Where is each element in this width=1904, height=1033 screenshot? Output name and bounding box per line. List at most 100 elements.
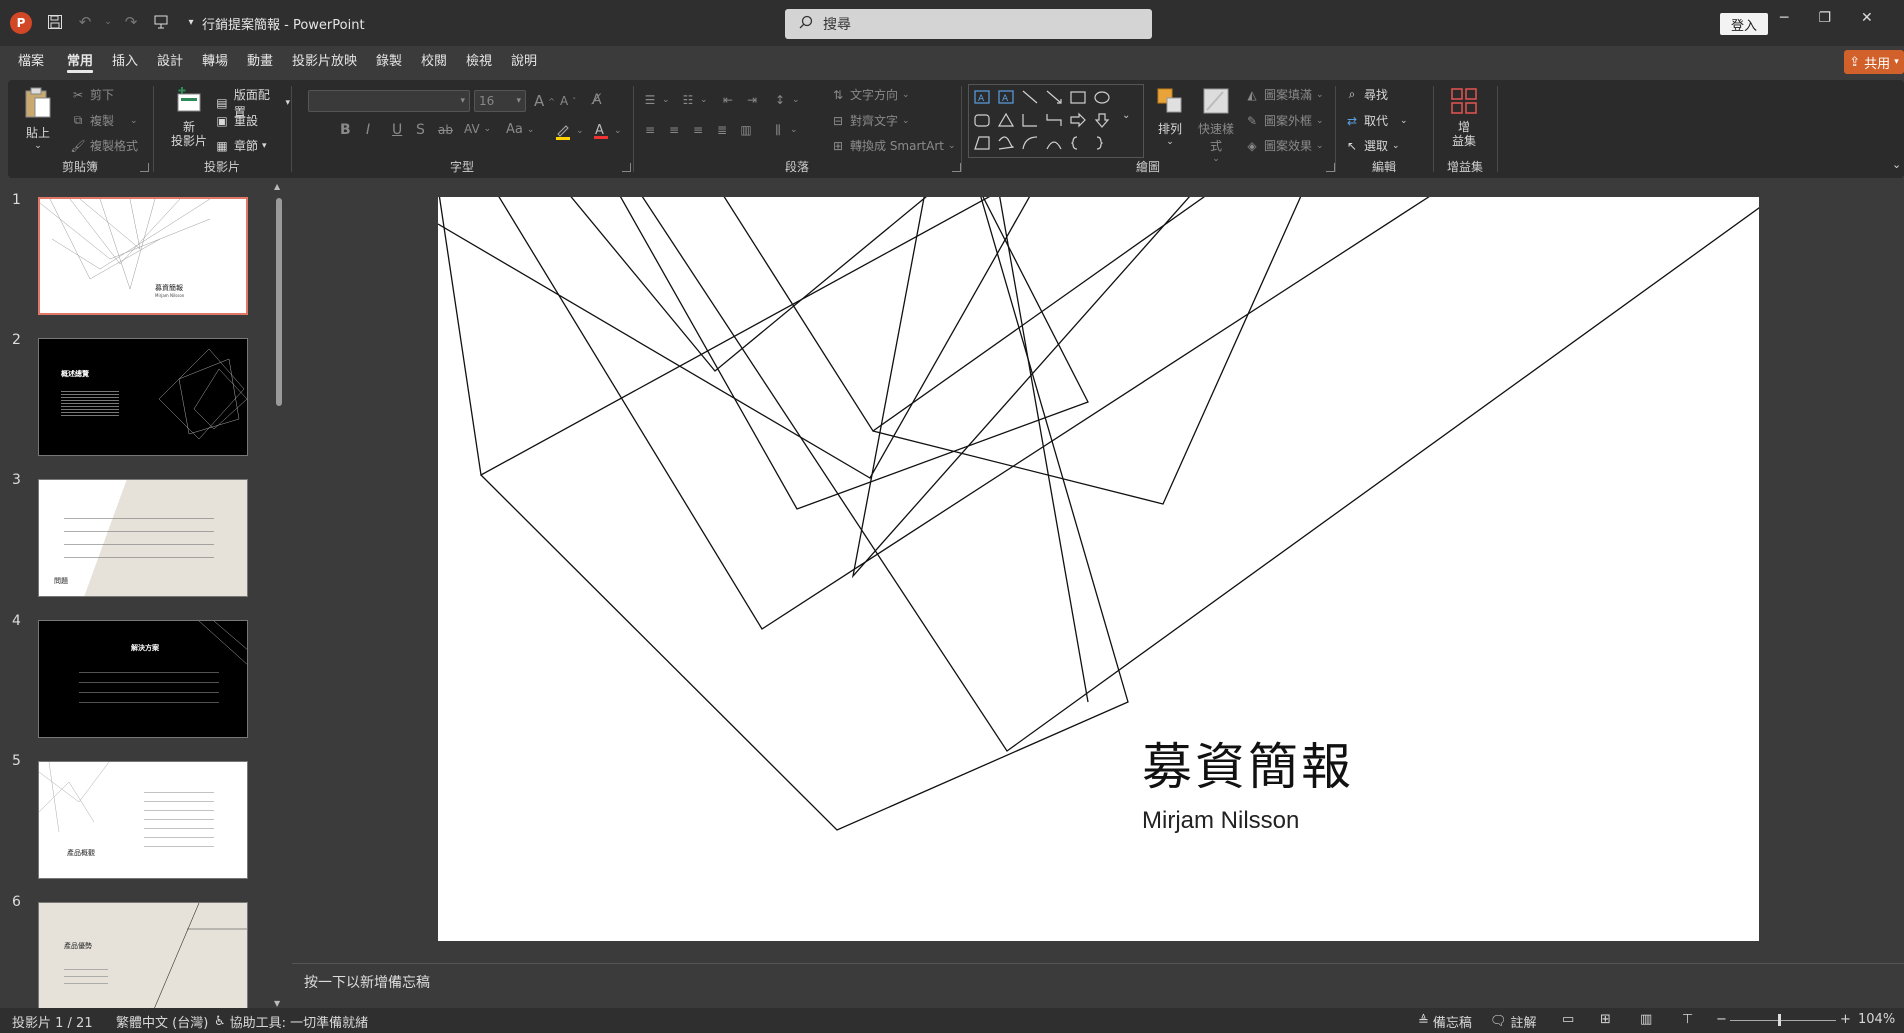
format-painter-button[interactable]: 🖌 複製格式 [70, 137, 138, 154]
replace-button[interactable]: ⇄ 取代 ⌄ [1344, 112, 1408, 129]
slide-thumbnail-3[interactable]: 問題 [38, 479, 248, 597]
increase-indent-button[interactable]: ⇥ [744, 92, 760, 108]
font-size-combo[interactable]: 16 ▾ [474, 90, 526, 112]
undo-icon[interactable]: ↶ [74, 11, 96, 33]
tab-record[interactable]: 錄製 [376, 50, 402, 69]
present-from-beginning-icon[interactable] [150, 11, 172, 33]
save-icon[interactable] [44, 11, 66, 33]
shape-effects-button[interactable]: ◈ 圖案效果 ⌄ [1244, 137, 1323, 154]
shadow-button[interactable]: S [416, 122, 425, 138]
search-input[interactable]: 搜尋 [785, 9, 1152, 39]
notes-placeholder[interactable]: 按一下以新增備忘稿 [304, 972, 430, 992]
restore-icon[interactable]: ❐ [1818, 10, 1831, 26]
shapes-gallery[interactable]: A A [968, 84, 1144, 158]
slide-thumbnail-6[interactable]: 產品優勢 [38, 902, 248, 1008]
font-launcher-icon[interactable] [622, 163, 631, 172]
minimize-icon[interactable]: ─ [1780, 10, 1788, 26]
shape-fill-button[interactable]: ◭ 圖案填滿 ⌄ [1244, 86, 1323, 103]
reset-button[interactable]: ▣ 重設 [214, 112, 258, 129]
customize-qat-icon[interactable]: ▾ [180, 11, 202, 33]
slide-thumbnail-1[interactable]: 募資簡報 Mirjam Nilsson [38, 197, 248, 315]
scroll-up-icon[interactable]: ▲ [274, 182, 280, 191]
select-button[interactable]: ↖ 選取 ⌄ [1344, 137, 1400, 154]
tab-home[interactable]: 常用 [67, 50, 94, 73]
new-slide-button[interactable]: 新 投影片 [168, 86, 210, 148]
slide-canvas[interactable]: 募資簡報 Mirjam Nilsson [438, 197, 1759, 941]
notes-toggle-button[interactable]: ≜ 備忘稿 [1418, 1012, 1472, 1031]
slide-title[interactable]: 募資簡報 [1142, 727, 1354, 799]
paragraph-launcher-icon[interactable] [952, 163, 961, 172]
text-direction-button[interactable]: ⇅ 文字方向 ⌄ [830, 86, 910, 103]
font-name-combo[interactable]: ▾ [308, 90, 470, 112]
sign-in-button[interactable]: 登入 [1720, 13, 1768, 35]
normal-view-button[interactable]: ▭ [1562, 1012, 1574, 1027]
justify-button[interactable]: ≣ [714, 122, 730, 138]
distributed-button[interactable]: ▥ [738, 122, 754, 138]
grow-font-button[interactable]: A ^ [534, 92, 555, 110]
reading-view-button[interactable]: ▥ [1640, 1012, 1652, 1027]
bold-button[interactable]: B [340, 122, 351, 138]
convert-smartart-button[interactable]: ⊞ 轉換成 SmartArt ⌄ [830, 137, 956, 154]
cut-button[interactable]: ✂ 剪下 [70, 86, 114, 103]
tab-animations[interactable]: 動畫 [247, 50, 273, 69]
numbering-button[interactable]: ☷ ⌄ [680, 92, 708, 108]
zoom-out-button[interactable]: − [1716, 1012, 1727, 1027]
tab-help[interactable]: 說明 [511, 50, 537, 69]
collapse-ribbon-icon[interactable]: ⌄ [1892, 158, 1901, 171]
clear-format-button[interactable]: A̸ [592, 92, 602, 108]
notes-pane[interactable]: 按一下以新增備忘稿 [292, 963, 1904, 1008]
slideshow-button[interactable]: ⊤ [1682, 1012, 1693, 1027]
arrange-button[interactable]: 排列 ⌄ [1152, 86, 1188, 147]
slide-subtitle[interactable]: Mirjam Nilsson [1142, 807, 1299, 835]
addins-button[interactable]: 增 益集 [1446, 86, 1482, 148]
slide-count[interactable]: 投影片 1 / 21 [12, 1012, 93, 1031]
redo-icon[interactable]: ↷ [120, 11, 142, 33]
clipboard-launcher-icon[interactable] [140, 163, 149, 172]
zoom-in-button[interactable]: + [1840, 1012, 1851, 1027]
drawing-launcher-icon[interactable] [1326, 163, 1335, 172]
zoom-level[interactable]: 104% [1858, 1012, 1895, 1027]
copy-button[interactable]: ⧉ 複製 ⌄ [70, 112, 138, 129]
comments-toggle-button[interactable]: 🗨 註解 [1490, 1012, 1537, 1031]
tab-design[interactable]: 設計 [157, 50, 183, 69]
tab-insert[interactable]: 插入 [112, 50, 138, 69]
italic-button[interactable]: I [366, 122, 370, 138]
slide-sorter-button[interactable]: ⊞ [1600, 1012, 1611, 1027]
align-right-button[interactable]: ≡ [690, 122, 706, 138]
font-color-button[interactable]: A ⌄ [592, 122, 622, 140]
accessibility-status[interactable]: ♿ 協助工具: 一切準備就緒 [214, 1012, 368, 1031]
tab-slideshow[interactable]: 投影片放映 [292, 50, 357, 69]
slide-thumbnail-5[interactable]: 產品概觀 [38, 761, 248, 879]
strikethrough-button[interactable]: ab [438, 123, 453, 137]
tab-view[interactable]: 檢視 [466, 50, 492, 69]
shrink-font-button[interactable]: Aˇ [560, 94, 576, 108]
line-spacing-button[interactable]: ↕ ⌄ [772, 92, 800, 108]
scroll-thumb[interactable] [276, 198, 282, 406]
columns-button[interactable]: ⫼ ⌄ [770, 122, 797, 138]
share-button[interactable]: ⇪ 共用 ▾ [1844, 50, 1904, 74]
close-icon[interactable]: ✕ [1861, 10, 1873, 26]
bullets-button[interactable]: ☰ ⌄ [642, 92, 670, 108]
tab-transitions[interactable]: 轉場 [202, 50, 228, 69]
section-button[interactable]: ▦ 章節 ▾ [214, 137, 266, 154]
tab-file[interactable]: 檔案 [18, 50, 44, 69]
align-center-button[interactable]: ≡ [666, 122, 682, 138]
gallery-more-icon[interactable]: ⌄ [1122, 110, 1130, 121]
quick-styles-button[interactable]: 快速樣式 ⌄ [1196, 86, 1236, 164]
undo-dropdown-icon[interactable]: ⌄ [104, 11, 112, 33]
align-left-button[interactable]: ≡ [642, 122, 658, 138]
align-text-button[interactable]: ⊟ 對齊文字 ⌄ [830, 112, 910, 129]
find-button[interactable]: ⌕ 尋找 [1344, 86, 1388, 103]
char-spacing-button[interactable]: AV ⌄ [464, 122, 491, 136]
tab-review[interactable]: 校閱 [421, 50, 447, 69]
paste-button[interactable]: 貼上 ⌄ [20, 86, 56, 151]
zoom-slider[interactable] [1730, 1014, 1836, 1026]
underline-button[interactable]: U [392, 122, 402, 138]
decrease-indent-button[interactable]: ⇤ [720, 92, 736, 108]
highlight-button[interactable]: ⌄ [554, 122, 584, 140]
scroll-down-icon[interactable]: ▼ [274, 999, 280, 1008]
slide-thumbnail-2[interactable]: 概述總覽 [38, 338, 248, 456]
slide-thumbnail-4[interactable]: 解決方案 [38, 620, 248, 738]
shape-outline-button[interactable]: ✎ 圖案外框 ⌄ [1244, 112, 1324, 129]
language-indicator[interactable]: 繁體中文 (台灣) [116, 1012, 208, 1031]
